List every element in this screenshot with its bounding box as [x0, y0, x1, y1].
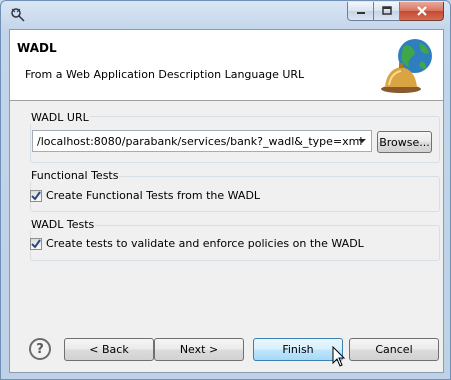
minimize-icon — [356, 12, 365, 14]
wadl-url-value: /localhost:8080/parabank/services/bank?_… — [37, 135, 363, 148]
functional-tests-checkbox-label: Create Functional Tests from the WADL — [46, 189, 261, 202]
back-button-label: < Back — [89, 343, 129, 356]
browse-button-label: Browse... — [379, 135, 430, 149]
finish-button[interactable]: Finish — [253, 338, 343, 361]
globe-service-bell-icon — [381, 39, 432, 93]
help-icon: ? — [36, 341, 44, 357]
wadl-tests-checkbox-label: Create tests to validate and enforce pol… — [46, 237, 364, 250]
maximize-icon — [381, 6, 392, 15]
wizard-icon — [11, 8, 25, 22]
finish-button-label: Finish — [282, 343, 314, 356]
chevron-down-icon — [357, 138, 366, 143]
checkmark-icon — [31, 238, 41, 249]
close-button[interactable] — [400, 2, 444, 21]
wadl-tests-group-label: WADL Tests — [30, 218, 96, 231]
back-button[interactable]: < Back — [64, 338, 154, 361]
cancel-button-label: Cancel — [375, 343, 413, 356]
wadl-url-combo[interactable]: /localhost:8080/parabank/services/bank?_… — [32, 130, 372, 152]
close-icon — [416, 6, 427, 16]
cancel-button[interactable]: Cancel — [349, 338, 439, 361]
checkmark-icon — [31, 190, 41, 201]
wadl-tests-checkbox-row[interactable]: Create tests to validate and enforce pol… — [30, 237, 364, 250]
wadl-tests-checkbox[interactable] — [30, 237, 42, 250]
next-button-label: Next > — [179, 343, 219, 356]
title-bar[interactable] — [1, 1, 450, 29]
functional-tests-checkbox[interactable] — [30, 189, 42, 202]
next-button[interactable]: Next > — [154, 338, 244, 361]
functional-tests-group-label: Functional Tests — [30, 169, 120, 182]
wizard-window: WADL From a Web Application Description … — [0, 0, 451, 380]
browse-button[interactable]: Browse... — [377, 131, 432, 153]
mouse-cursor-icon — [332, 346, 346, 367]
maximize-button[interactable] — [374, 2, 400, 21]
functional-tests-checkbox-row[interactable]: Create Functional Tests from the WADL — [30, 189, 260, 202]
help-button[interactable]: ? — [29, 338, 51, 360]
minimize-button[interactable] — [347, 2, 374, 21]
wadl-url-group-label: WADL URL — [30, 111, 90, 124]
wizard-banner: WADL From a Web Application Description … — [10, 30, 443, 101]
page-description: From a Web Application Description Langu… — [25, 68, 305, 81]
dropdown-arrow-button[interactable] — [354, 132, 369, 150]
page-title: WADL — [17, 41, 57, 55]
